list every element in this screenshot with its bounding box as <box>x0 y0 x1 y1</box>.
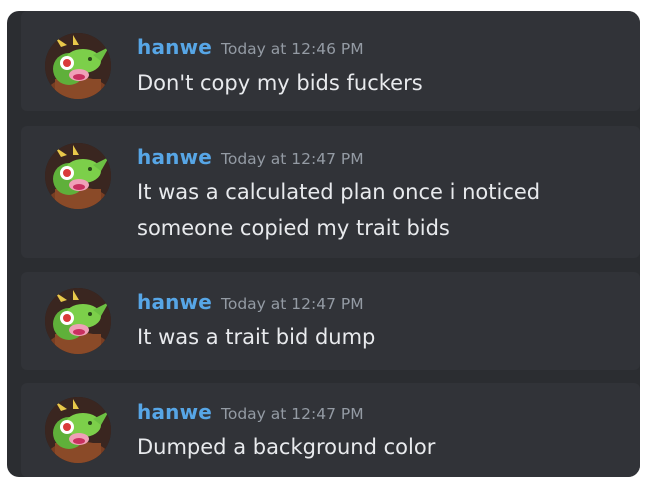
avatar[interactable] <box>45 33 111 99</box>
message-text-line-2: someone copied my trait bids <box>137 216 450 240</box>
green-dragon-avatar-icon <box>45 288 111 354</box>
message-timestamp[interactable]: Today at 12:47 PM <box>221 405 364 423</box>
message-timestamp[interactable]: Today at 12:47 PM <box>221 150 364 168</box>
chat-panel: hanwe Today at 12:46 PM Don't copy my bid… <box>7 11 640 477</box>
message-timestamp[interactable]: Today at 12:47 PM <box>221 295 364 313</box>
message-author[interactable]: hanwe <box>137 400 212 424</box>
message-timestamp[interactable]: Today at 12:46 PM <box>221 40 364 58</box>
message-text-line-1: It was a calculated plan once i noticed <box>137 180 541 204</box>
chat-message: hanwe Today at 12:47 PM Dumped a backgrou… <box>21 383 640 477</box>
chat-message: hanwe Today at 12:46 PM Don't copy my bid… <box>21 11 640 111</box>
avatar[interactable] <box>45 397 111 463</box>
green-dragon-avatar-icon <box>45 397 111 463</box>
message-text: Don't copy my bids fuckers <box>137 71 423 95</box>
green-dragon-avatar-icon <box>45 33 111 99</box>
message-author[interactable]: hanwe <box>137 35 212 59</box>
chat-message: hanwe Today at 12:47 PM It was a trait bi… <box>21 272 640 370</box>
avatar[interactable] <box>45 288 111 354</box>
avatar[interactable] <box>45 143 111 209</box>
message-author[interactable]: hanwe <box>137 290 212 314</box>
chat-message: hanwe Today at 12:47 PM It was a calculat… <box>21 126 640 258</box>
message-text: It was a trait bid dump <box>137 325 376 349</box>
green-dragon-avatar-icon <box>45 143 111 209</box>
message-text: Dumped a background color <box>137 435 436 459</box>
message-author[interactable]: hanwe <box>137 145 212 169</box>
